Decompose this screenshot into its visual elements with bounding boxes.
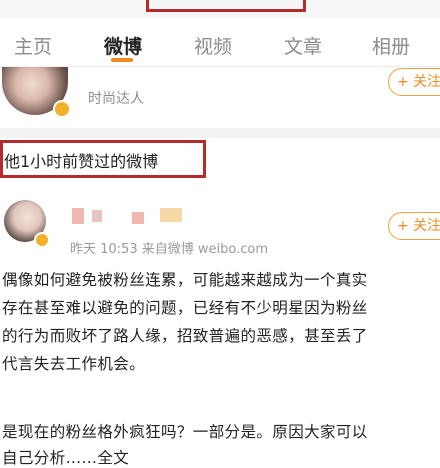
section-title: 他1小时前赞过的微博 (4, 152, 159, 171)
tab-articles[interactable]: 文章 (284, 32, 322, 59)
username-pixelated (92, 210, 102, 222)
user-title: 时尚达人 (88, 91, 144, 107)
verified-badge-icon (53, 100, 71, 118)
active-tab-indicator (111, 58, 133, 62)
tab-home[interactable]: 主页 (14, 32, 52, 59)
follow-button[interactable]: + 关注 (388, 68, 440, 96)
username-pixelated (160, 208, 182, 222)
username-pixelated (72, 208, 84, 224)
divider (0, 128, 440, 138)
tab-video[interactable]: 视频 (194, 32, 232, 59)
post-text-line[interactable]: 自己分析……全文 (2, 446, 129, 468)
tab-weibo[interactable]: 微博 (104, 32, 142, 59)
username-pixelated (132, 212, 144, 224)
tab-album[interactable]: 相册 (372, 32, 410, 59)
verified-badge-icon (34, 232, 50, 248)
post-text-line: 存在甚至难以避免的问题，已经有不少明星因为粉丝 (2, 299, 368, 317)
post-text-line: 偶像如何避免被粉丝连累，可能越来越成为一个真实 (2, 271, 368, 289)
search-highlight-box (146, 0, 306, 12)
follow-button[interactable]: + 关注 (388, 212, 440, 240)
post-text-line: 代言失去工作机会。 (2, 355, 146, 373)
post-text-line: 的行为而败坏了路人缘，招致普遍的恶感，甚至丢了 (2, 327, 368, 345)
post-meta: 昨天 10:53 来自微博 weibo.com (70, 242, 268, 257)
post-text-line: 是现在的粉丝格外疯狂吗？一部分是。原因大家可以 (2, 423, 368, 441)
